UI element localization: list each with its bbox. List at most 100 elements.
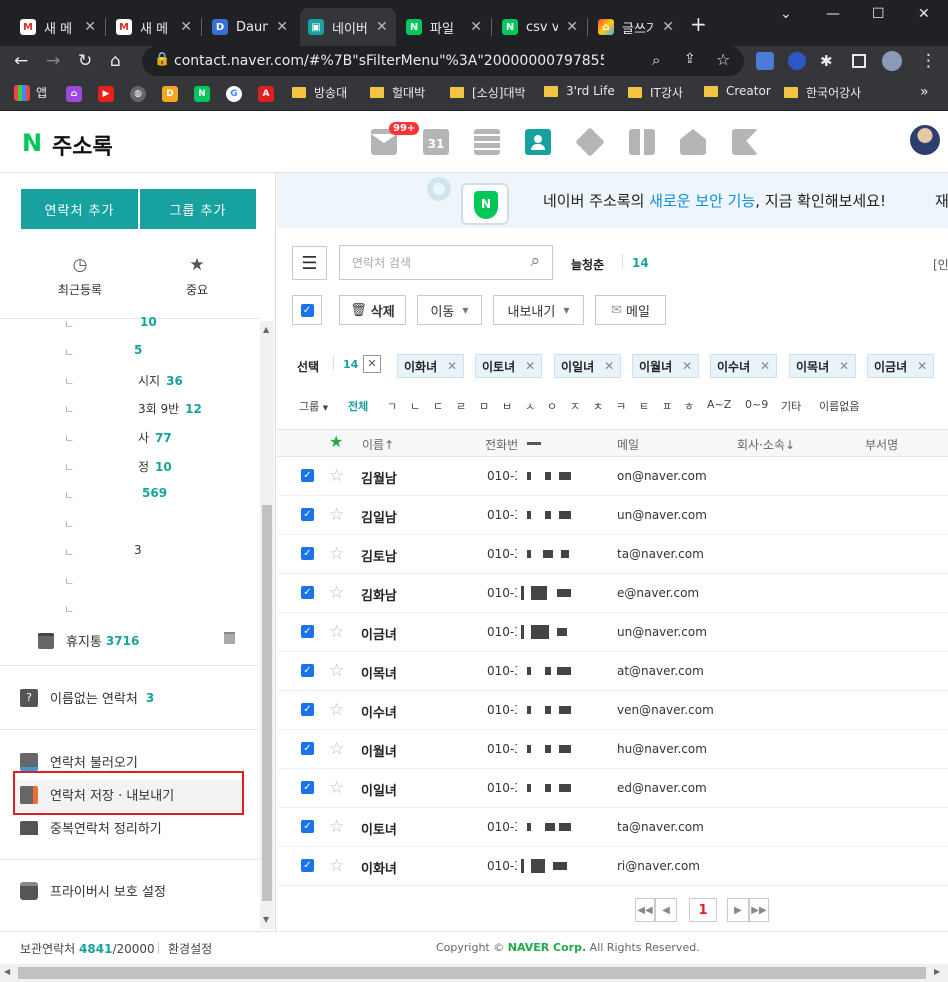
zoom-icon[interactable]: ⌕ [652, 51, 660, 69]
table-row[interactable]: ✓ ☆ 이월녀 010-3 hu@naver.com [277, 730, 948, 769]
naver-icon[interactable]: N [194, 86, 210, 102]
user-avatar[interactable] [910, 125, 940, 155]
extension-icon[interactable] [788, 52, 806, 70]
table-row[interactable]: ✓ ☆ 이토녀 010-3 ta@naver.com [277, 808, 948, 847]
row-checkbox[interactable]: ✓ [301, 664, 314, 677]
export-button[interactable]: 내보내기 ▼ [493, 295, 584, 325]
globe-icon[interactable]: ◍ [130, 86, 146, 102]
selected-chip[interactable]: 이일녀 ✕ [554, 354, 622, 378]
first-page-button[interactable]: ◀◀ [635, 898, 655, 922]
index-letter[interactable]: 0~9 [745, 398, 768, 411]
group-item[interactable] [138, 572, 144, 586]
scroll-down-icon[interactable]: ▼ [263, 915, 269, 924]
bookmark-folder[interactable]: 3'rd Life [544, 84, 615, 98]
row-checkbox[interactable]: ✓ [301, 469, 314, 482]
close-icon[interactable]: ✕ [376, 19, 388, 35]
remove-icon[interactable]: ✕ [525, 359, 535, 373]
selected-chip[interactable]: 이화녀 ✕ [397, 354, 465, 378]
selected-chip[interactable]: 이금녀 ✕ [867, 354, 935, 378]
close-icon[interactable]: ✕ [84, 19, 96, 35]
close-icon[interactable]: ✕ [276, 19, 288, 35]
row-checkbox[interactable]: ✓ [301, 586, 314, 599]
index-letter[interactable]: ㄹ [456, 398, 466, 414]
menu-toggle-button[interactable]: ☰ [292, 246, 327, 280]
group-item[interactable]: 3 [134, 543, 148, 557]
remove-icon[interactable]: ✕ [839, 359, 849, 373]
index-letter[interactable]: ㄴ [410, 398, 420, 414]
row-checkbox[interactable]: ✓ [301, 859, 314, 872]
remove-icon[interactable]: ✕ [760, 359, 770, 373]
group-item[interactable]: 시지 36 [138, 372, 183, 389]
move-button[interactable]: 이동 ▼ [417, 295, 482, 325]
privacy-settings-item[interactable]: 프라이버시 보호 설정 [20, 881, 166, 900]
row-checkbox[interactable]: ✓ [301, 781, 314, 794]
table-row[interactable]: ✓ ☆ 이일녀 010-3 ed@naver.com [277, 769, 948, 808]
office-icon[interactable] [629, 129, 655, 155]
forward-icon[interactable]: → [46, 50, 60, 72]
star-icon[interactable]: ☆ [329, 739, 344, 759]
index-letter[interactable]: ㅋ [616, 398, 626, 414]
index-letter[interactable]: ㅈ [570, 398, 580, 414]
site-icon[interactable]: A [258, 86, 274, 102]
group-item[interactable] [138, 600, 144, 614]
star-icon[interactable]: ☆ [329, 544, 344, 564]
table-row[interactable]: ✓ ☆ 김월남 010-3 on@naver.com [277, 457, 948, 496]
row-checkbox[interactable]: ✓ [301, 508, 314, 521]
group-item[interactable] [138, 515, 144, 529]
google-icon[interactable]: G [226, 86, 242, 102]
group-item[interactable]: 5 [128, 343, 142, 357]
scroll-right-icon[interactable]: ▶ [934, 967, 940, 976]
table-row[interactable]: ✓ ☆ 이화녀 010-3 ri@naver.com [277, 847, 948, 886]
home-icon[interactable]: ⌂ [110, 50, 121, 72]
remove-icon[interactable]: ✕ [604, 359, 614, 373]
remove-icon[interactable]: ✕ [447, 359, 457, 373]
scroll-left-icon[interactable]: ◀ [4, 967, 10, 976]
site-icon[interactable]: D [162, 86, 178, 102]
share-icon[interactable]: ⇪ [684, 51, 696, 67]
import-contacts-item[interactable]: 연락처 불러오기 [20, 752, 138, 771]
group-filter-dropdown[interactable]: 그룹 ▼ [299, 398, 328, 414]
close-icon[interactable]: ✕ [662, 19, 674, 35]
remove-icon[interactable]: ✕ [682, 359, 692, 373]
trash-item[interactable]: 휴지통 3716 [38, 631, 139, 650]
close-icon[interactable]: ✕ [566, 19, 578, 35]
index-letter[interactable]: ㅍ [662, 398, 672, 414]
current-page[interactable]: 1 [689, 898, 717, 922]
search-input[interactable]: 연락처 검색 ⌕ [339, 245, 553, 280]
star-icon[interactable]: ☆ [329, 856, 344, 876]
group-item[interactable]: 정 10 [138, 458, 172, 475]
group-item[interactable]: 3회 9반 12 [138, 400, 202, 417]
bookmark-folder[interactable]: 방송대 [292, 84, 347, 101]
index-letter[interactable]: ㅊ [593, 398, 603, 414]
translate-extension-icon[interactable] [756, 52, 774, 70]
row-checkbox[interactable]: ✓ [301, 703, 314, 716]
star-icon[interactable]: ☆ [329, 700, 344, 720]
bookmark-folder[interactable]: [소싱]대박 [450, 84, 526, 101]
favorite-star-icon[interactable]: ★ [329, 432, 343, 451]
index-letter[interactable]: ㄱ [387, 398, 397, 414]
selected-chip[interactable]: 이월녀 ✕ [632, 354, 700, 378]
index-letter[interactable]: ㅌ [639, 398, 649, 414]
group-item[interactable]: 569 [136, 486, 167, 500]
bookmark-folder[interactable]: IT강사 [628, 84, 683, 101]
calendar-icon[interactable]: 31 [423, 129, 449, 155]
puzzle-icon[interactable]: ✱ [820, 50, 833, 72]
more-bookmarks-icon[interactable]: » [920, 84, 929, 100]
search-icon[interactable]: ⌕ [530, 251, 540, 271]
scroll-up-icon[interactable]: ▲ [263, 325, 269, 334]
tab-2[interactable]: M 새 메 ✕ [108, 8, 200, 46]
back-icon[interactable]: ← [14, 50, 28, 72]
scroll-thumb[interactable] [18, 967, 926, 979]
minimize-button[interactable]: — [826, 6, 840, 22]
table-row[interactable]: ✓ ☆ 이목녀 010-3 at@naver.com [277, 652, 948, 691]
table-row[interactable]: ✓ ☆ 이수녀 010-3 ven@naver.com [277, 691, 948, 730]
star-icon[interactable]: ☆ [329, 778, 344, 798]
group-item[interactable]: 10 [134, 315, 157, 329]
memo-icon[interactable] [474, 129, 500, 155]
select-all-checkbox[interactable]: ✓ [292, 295, 322, 325]
important-shortcut[interactable]: ★ 중요 [157, 255, 237, 298]
empty-trash-icon[interactable] [224, 632, 235, 644]
contacts-icon[interactable] [525, 129, 551, 155]
page-title[interactable]: 주소록 [52, 129, 113, 161]
menu-dots-icon[interactable]: ⋮ [920, 50, 937, 72]
